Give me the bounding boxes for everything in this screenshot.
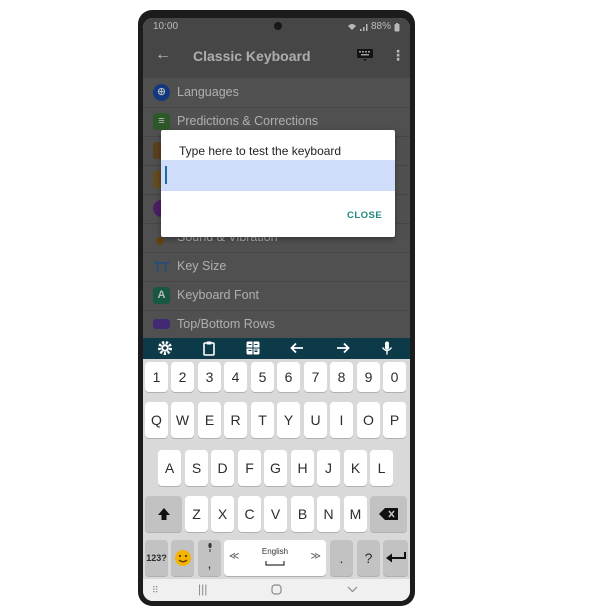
test-input[interactable] [161, 160, 395, 191]
key-x[interactable]: X [211, 496, 234, 532]
arrow-right-icon[interactable] [335, 340, 351, 356]
text-cursor [165, 166, 167, 184]
key-j[interactable]: J [317, 450, 340, 486]
key-d[interactable]: D [211, 450, 234, 486]
question-key[interactable]: ? [357, 540, 380, 576]
emoji-icon [174, 550, 191, 566]
screen: 10:00 88% ← Classic Keyboard ⋮ ⊕ Languag… [143, 18, 410, 601]
key-l[interactable]: L [370, 450, 393, 486]
shift-arrow-icon [157, 508, 170, 520]
comma-key[interactable]: , [198, 540, 221, 576]
shift-key[interactable] [145, 496, 182, 532]
dialog-title: Type here to test the keyboard [179, 144, 342, 158]
key-w[interactable]: W [171, 402, 194, 438]
gear-icon[interactable] [157, 340, 173, 356]
key-i[interactable]: I [330, 402, 353, 438]
key-6[interactable]: 6 [277, 362, 300, 392]
key-o[interactable]: O [357, 402, 380, 438]
keyboard-switch-icon[interactable]: ⠿ [152, 585, 159, 596]
key-u[interactable]: U [304, 402, 327, 438]
key-0[interactable]: 0 [383, 362, 406, 392]
key-a[interactable]: A [158, 450, 181, 486]
key-g[interactable]: G [264, 450, 287, 486]
backspace-key[interactable] [370, 496, 407, 532]
key-8[interactable]: 8 [330, 362, 353, 392]
calculator-icon[interactable] [245, 340, 261, 356]
key-4[interactable]: 4 [224, 362, 247, 392]
hide-keyboard-icon[interactable] [347, 586, 358, 593]
key-h[interactable]: H [291, 450, 314, 486]
test-keyboard-dialog: Type here to test the keyboard CLOSE [161, 130, 395, 237]
key-e[interactable]: E [198, 402, 221, 438]
key-b[interactable]: B [291, 496, 314, 532]
keyboard: 1 2 3 4 5 6 7 8 9 0 Q W E R T Y U I O P … [143, 359, 410, 579]
close-button[interactable]: CLOSE [347, 210, 382, 221]
mic-small-icon [208, 543, 212, 552]
arrow-left-icon[interactable] [289, 340, 305, 356]
key-1[interactable]: 1 [145, 362, 168, 392]
key-5[interactable]: 5 [251, 362, 274, 392]
key-t[interactable]: T [251, 402, 274, 438]
enter-arrow-icon [385, 552, 406, 563]
navigation-bar: ⠿ ||| [143, 579, 410, 601]
key-2[interactable]: 2 [171, 362, 194, 392]
key-r[interactable]: R [224, 402, 247, 438]
period-key[interactable]: . [330, 540, 353, 576]
key-q[interactable]: Q [145, 402, 168, 438]
key-m[interactable]: M [344, 496, 367, 532]
key-z[interactable]: Z [185, 496, 208, 532]
key-p[interactable]: P [383, 402, 406, 438]
key-n[interactable]: N [317, 496, 340, 532]
spacebar[interactable]: ≪ English ≫ [224, 540, 326, 576]
key-3[interactable]: 3 [198, 362, 221, 392]
recents-icon[interactable]: ||| [198, 582, 207, 596]
phone-frame: 10:00 88% ← Classic Keyboard ⋮ ⊕ Languag… [138, 10, 415, 606]
clipboard-icon[interactable] [201, 340, 217, 356]
key-s[interactable]: S [185, 450, 208, 486]
emoji-key[interactable] [171, 540, 194, 576]
mic-icon[interactable] [379, 340, 395, 356]
key-k[interactable]: K [344, 450, 367, 486]
space-right-glyph: ≫ [310, 551, 321, 562]
key-c[interactable]: C [238, 496, 261, 532]
key-y[interactable]: Y [277, 402, 300, 438]
key-v[interactable]: V [264, 496, 287, 532]
key-f[interactable]: F [238, 450, 261, 486]
key-9[interactable]: 9 [357, 362, 380, 392]
backspace-icon [378, 508, 398, 520]
keyboard-toolbar [143, 338, 410, 359]
space-bar-icon [265, 561, 285, 566]
comma-label: , [207, 555, 212, 571]
key-7[interactable]: 7 [304, 362, 327, 392]
enter-key[interactable] [383, 540, 408, 576]
home-icon[interactable] [271, 584, 282, 595]
symbols-mode-key[interactable]: 123? [145, 540, 168, 576]
